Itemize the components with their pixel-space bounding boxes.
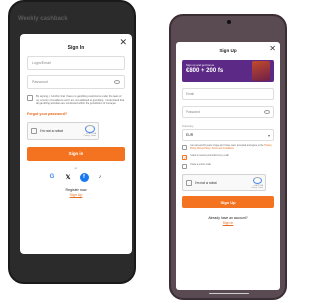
or-divider: or (74, 165, 78, 170)
password-input[interactable]: Password (27, 75, 125, 89)
terms-text: By signing, I Confirm that I have no gam… (36, 95, 125, 105)
recaptcha[interactable]: I'm not a robot reCAPTCHA Privacy - Terms (27, 121, 99, 140)
facebook-icon[interactable]: f (79, 172, 89, 182)
home-indicator (209, 292, 249, 294)
chevron-down-icon: ▾ (267, 132, 270, 138)
captcha-links: Privacy - Terms (83, 135, 96, 138)
tiktok-icon[interactable]: ♪ (96, 173, 105, 182)
captcha-label: I'm not a robot (40, 128, 63, 133)
terms-checkbox[interactable] (27, 95, 33, 101)
sign-in-button[interactable]: Sign in (27, 146, 125, 161)
terms-text: I am at least 18 years of age and I have… (190, 145, 272, 151)
promo-email-checkbox[interactable] (182, 155, 187, 161)
captcha-checkbox[interactable] (31, 127, 37, 134)
modal-title: Sign In (67, 45, 85, 51)
login-input[interactable]: Login/Email (27, 56, 125, 70)
register-prompt: Register now (65, 187, 87, 192)
already-account-text: Already have an account? (208, 216, 248, 221)
right-phone: ✕ Sign Up Sign up and get bonus €800 + 2… (169, 14, 287, 300)
banner-character-image (252, 61, 270, 81)
google-icon[interactable]: G (48, 173, 57, 182)
promo-code-checkbox[interactable] (182, 164, 187, 170)
bonus-banner: Sign up and get bonus €800 + 200 fs (182, 60, 274, 82)
currency-select[interactable]: EUR ▾ (182, 129, 274, 141)
captcha-links: Privacy - Terms (251, 187, 263, 190)
promo-email-text: I want to receive promotions by e-mail (190, 155, 229, 158)
promo-email-row: I want to receive promotions by e-mail (182, 155, 274, 161)
promo-code-row: I have a promo code (182, 164, 274, 170)
currency-label: Currency (182, 124, 194, 128)
password-input[interactable]: Password (182, 106, 274, 118)
sign-in-link[interactable]: Sign In (182, 221, 274, 225)
sign-up-modal: ✕ Sign Up Sign up and get bonus €800 + 2… (176, 42, 280, 290)
sign-up-link[interactable]: Sign Up (27, 193, 125, 197)
email-input[interactable]: Email (182, 88, 274, 100)
captcha-label: I'm not a robot (195, 180, 217, 185)
left-phone: Weekly cashback ✕ Sign In Login/Email Pa… (8, 0, 136, 284)
forgot-password-link[interactable]: Forgot your password? (27, 112, 125, 116)
camera-notch (227, 20, 231, 24)
close-icon[interactable]: ✕ (269, 45, 276, 53)
terms-row: I am at least 18 years of age and I have… (182, 145, 274, 151)
sign-in-modal: ✕ Sign In Login/Email Password By signin… (20, 34, 132, 254)
eye-icon[interactable] (264, 110, 270, 114)
modal-title: Sign Up (219, 48, 237, 53)
recaptcha-icon (85, 124, 95, 133)
captcha-checkbox[interactable] (186, 179, 192, 186)
background-title: Weekly cashback (18, 16, 68, 22)
eye-icon[interactable] (114, 80, 120, 84)
close-icon[interactable]: ✕ (119, 38, 127, 47)
sign-up-button[interactable]: Sign Up (182, 196, 274, 209)
terms-checkbox[interactable] (182, 145, 187, 150)
x-icon[interactable]: 𝕏 (64, 173, 73, 182)
promo-code-text: I have a promo code (190, 164, 211, 167)
recaptcha[interactable]: I'm not a robot reCAPTCHA Privacy - Terms (182, 174, 266, 192)
recaptcha-icon (253, 177, 262, 185)
social-login-row: G 𝕏 f ♪ (27, 172, 125, 182)
terms-row: By signing, I Confirm that I have no gam… (27, 95, 125, 106)
